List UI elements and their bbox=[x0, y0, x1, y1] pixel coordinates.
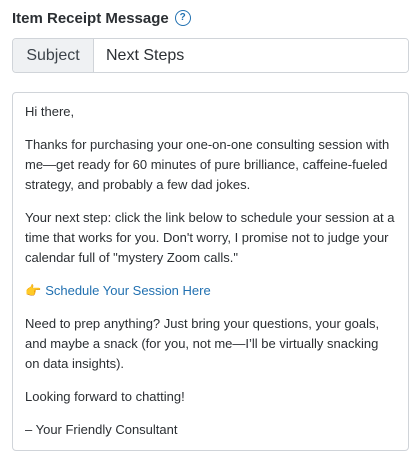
message-paragraph-2: Your next step: click the link below to … bbox=[25, 210, 395, 265]
section-title: Item Receipt Message bbox=[12, 9, 169, 27]
message-greeting: Hi there, bbox=[25, 104, 75, 119]
message-paragraph-1: Thanks for purchasing your one-on-one co… bbox=[25, 137, 390, 192]
help-icon[interactable]: ? bbox=[174, 10, 191, 26]
section-header: Item Receipt Message ? bbox=[12, 8, 191, 28]
subject-label: Subject bbox=[13, 39, 94, 72]
subject-field: Subject bbox=[12, 38, 409, 73]
pointing-hand-icon: 👉 bbox=[25, 283, 42, 298]
subject-input[interactable] bbox=[94, 39, 408, 72]
message-paragraph-4: Looking forward to chatting! bbox=[25, 389, 185, 404]
schedule-link-line: 👉 Schedule Your Session Here bbox=[25, 281, 396, 301]
message-editor[interactable]: Hi there, Thanks for purchasing your one… bbox=[12, 92, 409, 451]
item-receipt-message-panel: Item Receipt Message ? Subject Hi there,… bbox=[0, 0, 420, 462]
schedule-session-link[interactable]: Schedule Your Session Here bbox=[45, 283, 211, 298]
message-signature: – Your Friendly Consultant bbox=[25, 422, 178, 437]
message-paragraph-3: Need to prep anything? Just bring your q… bbox=[25, 316, 380, 371]
